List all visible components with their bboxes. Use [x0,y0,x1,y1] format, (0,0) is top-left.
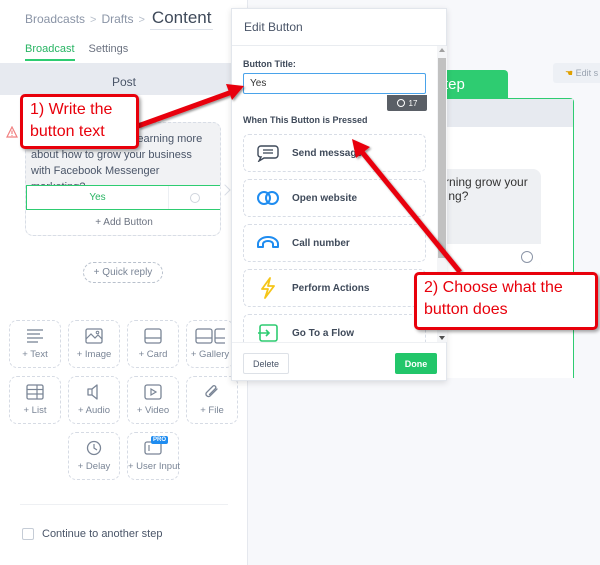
phone-icon [257,236,279,248]
tile-label: + List [23,405,47,416]
modal-footer: Delete Done [232,342,446,380]
edit-step-label: Edit s [575,68,599,78]
page-title[interactable]: Content [149,8,214,30]
add-gallery-tile[interactable]: + Gallery [186,320,234,368]
message-button-label[interactable]: Yes [27,186,169,209]
scroll-up-arrow-icon[interactable] [439,48,445,52]
circle-icon [521,250,533,263]
image-icon [85,328,103,344]
paperclip-icon [205,385,218,398]
scroll-thumb[interactable] [438,58,446,258]
tile-label: + Image [76,349,112,360]
breadcrumb-drafts[interactable]: Drafts [101,12,133,26]
tile-label: + Text [22,349,48,360]
button-title-input[interactable] [243,73,426,94]
add-user-input-tile[interactable]: PRO + User Input [127,432,181,480]
scroll-down-arrow-icon[interactable] [439,336,445,340]
modal-body: Button Title: 17 When This Button is Pre… [232,46,437,342]
add-video-tile[interactable]: + Video [127,376,179,424]
text-lines-icon [27,329,43,343]
char-counter[interactable]: 17 [387,95,427,111]
add-file-tile[interactable]: + File [186,376,238,424]
flow-enter-icon [258,324,278,342]
link-icon [257,191,279,205]
tile-label: + Video [136,405,170,416]
breadcrumb: Broadcasts > Drafts > Content [25,8,214,30]
breadcrumb-broadcasts[interactable]: Broadcasts [25,12,85,26]
action-section-label: When This Button is Pressed [243,115,368,125]
lightning-icon [261,277,275,299]
delete-button[interactable]: Delete [243,353,289,374]
tile-label: + File [200,405,224,416]
tabs: Broadcast Settings [25,43,128,61]
action-send-message[interactable]: Send message [243,134,426,172]
card-icon [144,328,162,344]
chat-bubble-icon [257,145,279,162]
action-perform-actions[interactable]: Perform Actions [243,269,426,307]
continue-checkbox[interactable] [22,528,34,540]
action-label: Open website [292,192,358,204]
add-delay-tile[interactable]: + Delay [68,432,120,480]
char-count-value: 17 [408,98,418,108]
button-title-label: Button Title: [243,59,296,69]
tab-settings[interactable]: Settings [89,43,129,61]
hand-pointer-icon: ☚ [565,68,574,78]
gallery-icon [195,328,225,344]
add-list-tile[interactable]: + List [9,376,61,424]
action-label: Perform Actions [292,282,370,294]
continue-label: Continue to another step [42,528,163,540]
tile-label: + Delay [77,461,111,472]
tile-label: + User Input [128,461,181,472]
add-image-tile[interactable]: + Image [68,320,120,368]
tile-label: + Audio [78,405,110,416]
warning-icon [6,126,18,138]
message-button-yes[interactable]: Yes [26,185,220,210]
action-call-number[interactable]: Call number [243,224,426,262]
add-audio-tile[interactable]: + Audio [68,376,120,424]
button-action-indicator [169,186,220,209]
video-icon [144,384,162,400]
popover-pointer [219,184,231,196]
edit-step-button[interactable]: ☚ Edit s [553,63,600,83]
action-label: Go To a Flow [292,327,355,339]
done-button[interactable]: Done [395,353,437,374]
list-icon [26,384,44,400]
circle-icon [190,192,200,203]
modal-title: Edit Button [232,9,446,46]
add-button[interactable]: + Add Button [26,210,220,235]
quick-reply-button[interactable]: + Quick reply [83,262,163,283]
action-label: Send message [292,147,363,159]
clock-icon [86,440,102,456]
continue-option[interactable]: Continue to another step [22,528,162,540]
pro-badge: PRO [150,436,168,444]
post-header: Post [0,63,248,95]
action-label: Call number [292,237,350,249]
annotation-callout-1: 1) Write the button text [20,94,139,149]
action-open-website[interactable]: Open website [243,179,426,217]
divider [20,504,228,505]
breadcrumb-separator: > [90,14,97,26]
tile-label: + Card [138,349,168,360]
emoji-icon[interactable] [396,99,405,107]
left-panel: Broadcasts > Drafts > Content Broadcast … [0,0,248,565]
breadcrumb-separator: > [138,14,145,26]
action-go-to-flow[interactable]: Go To a Flow [243,314,426,342]
annotation-callout-2: 2) Choose what the button does [414,272,598,330]
tab-broadcast[interactable]: Broadcast [25,43,75,61]
add-text-tile[interactable]: + Text [9,320,61,368]
add-card-tile[interactable]: + Card [127,320,179,368]
tile-label: + Gallery [190,349,230,360]
audio-icon [87,384,98,400]
